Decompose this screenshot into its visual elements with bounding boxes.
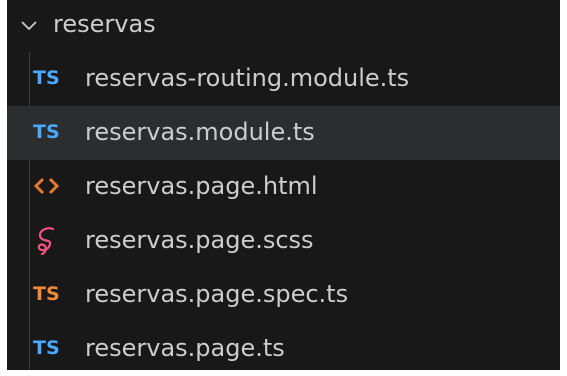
typescript-icon: TS (33, 337, 60, 359)
file-item-reservas-page-scss[interactable]: reservas.page.scss (7, 214, 560, 268)
html-icon (33, 170, 69, 202)
chevron-down-icon[interactable] (19, 16, 39, 36)
typescript-icon: TS (33, 121, 60, 143)
typescript-test-icon: TS (33, 283, 60, 305)
file-label: reservas.page.html (85, 172, 318, 200)
file-label: reservas.module.ts (85, 118, 315, 146)
file-label: reservas.page.scss (85, 226, 314, 254)
file-item-reservas-module-ts[interactable]: TS reservas.module.ts (7, 106, 560, 160)
file-label: reservas.page.ts (85, 334, 285, 362)
file-label: reservas-routing.module.ts (85, 64, 410, 92)
file-item-reservas-page-html[interactable]: reservas.page.html (7, 160, 560, 214)
file-item-reservas-page-spec-ts[interactable]: TS reservas.page.spec.ts (7, 268, 560, 322)
folder-label: reservas (53, 10, 156, 38)
file-item-reservas-page-ts[interactable]: TS reservas.page.ts (7, 322, 560, 370)
folder-row-reservas[interactable]: reservas (7, 4, 560, 48)
file-label: reservas.page.spec.ts (85, 280, 349, 308)
typescript-icon: TS (33, 67, 60, 89)
file-item-reservas-routing-module-ts[interactable]: TS reservas-routing.module.ts (7, 52, 560, 106)
file-explorer: reservas TS reservas-routing.module.ts T… (7, 0, 560, 370)
sass-icon (33, 224, 69, 256)
